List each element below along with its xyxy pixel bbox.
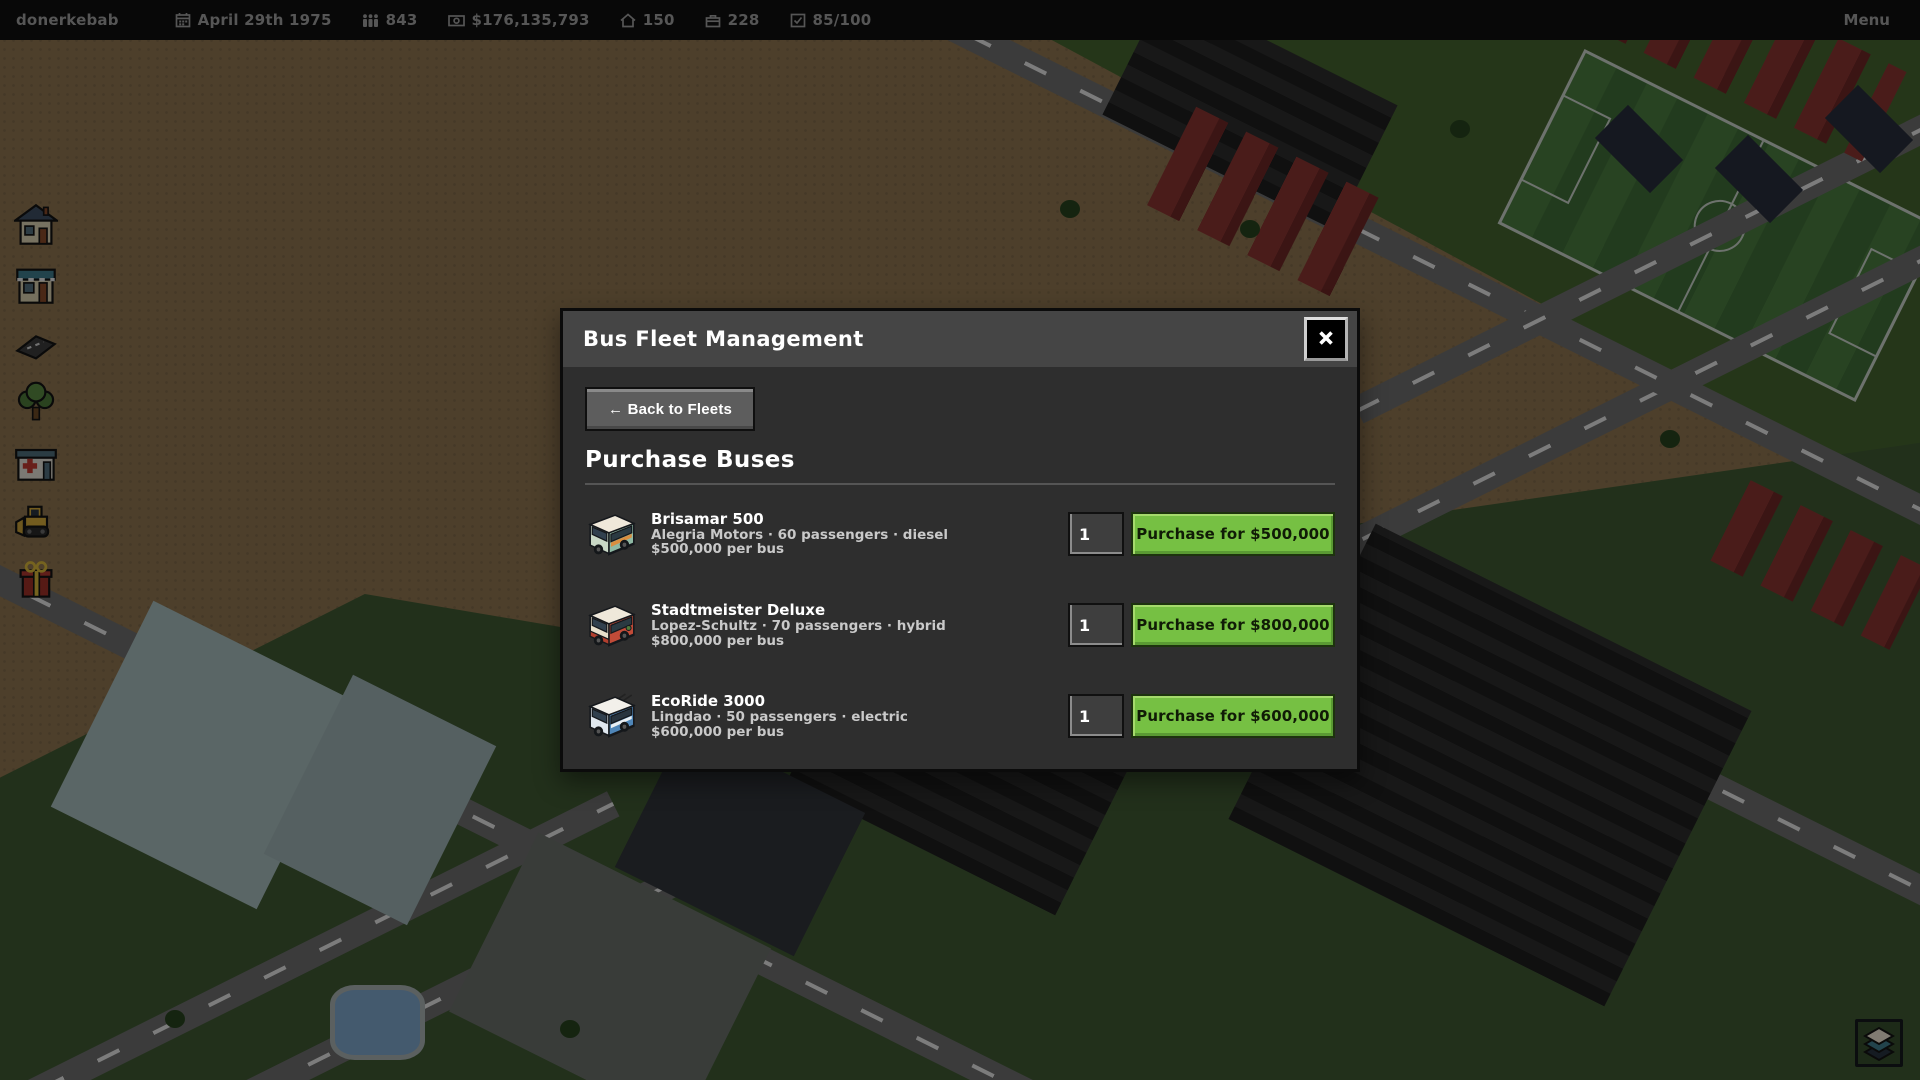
bus-specs: Lingdao · 50 passengers · electric: [651, 710, 908, 725]
purchase-button[interactable]: Purchase for $800,000: [1131, 603, 1335, 647]
bus-teal-icon: [585, 511, 639, 557]
section-divider: [585, 483, 1335, 485]
purchase-button[interactable]: Purchase for $600,000: [1131, 694, 1335, 738]
bus-red-icon: [585, 602, 639, 648]
section-title: Purchase Buses: [585, 447, 1335, 473]
bus-specs: Lopez-Schultz · 70 passengers · hybrid: [651, 619, 946, 634]
quantity-input[interactable]: [1068, 694, 1124, 738]
close-button[interactable]: [1304, 317, 1348, 361]
bus-info: EcoRide 3000 Lingdao · 50 passengers · e…: [651, 693, 908, 739]
modal-header: Bus Fleet Management: [563, 311, 1357, 367]
bus-specs: Alegria Motors · 60 passengers · diesel: [651, 528, 948, 543]
bus-row: Stadtmeister Deluxe Lopez-Schultz · 70 p…: [585, 602, 1335, 648]
bus-row: Brisamar 500 Alegria Motors · 60 passeng…: [585, 511, 1335, 557]
back-to-fleets-button[interactable]: ← Back to Fleets: [585, 387, 755, 431]
quantity-input[interactable]: [1068, 512, 1124, 556]
bus-price: $800,000 per bus: [651, 634, 946, 649]
bus-name: Stadtmeister Deluxe: [651, 602, 946, 619]
bus-price: $500,000 per bus: [651, 542, 948, 557]
x-icon: [1316, 328, 1336, 351]
purchase-controls: Purchase for $600,000: [1068, 694, 1335, 738]
bus-info: Brisamar 500 Alegria Motors · 60 passeng…: [651, 511, 948, 557]
modal-title: Bus Fleet Management: [583, 327, 864, 351]
purchase-controls: Purchase for $800,000: [1068, 603, 1335, 647]
modal-body: ← Back to Fleets Purchase Buses: [563, 367, 1357, 760]
purchase-button[interactable]: Purchase for $500,000: [1131, 512, 1335, 556]
bus-name: EcoRide 3000: [651, 693, 908, 710]
quantity-input[interactable]: [1068, 603, 1124, 647]
bus-row: EcoRide 3000 Lingdao · 50 passengers · e…: [585, 693, 1335, 739]
bus-name: Brisamar 500: [651, 511, 948, 528]
bus-info: Stadtmeister Deluxe Lopez-Schultz · 70 p…: [651, 602, 946, 648]
modal-layer: Bus Fleet Management ← Back to Fleets Pu…: [0, 0, 1920, 1080]
bus-price: $600,000 per bus: [651, 725, 908, 740]
purchase-controls: Purchase for $500,000: [1068, 512, 1335, 556]
bus-blue-icon: [585, 693, 639, 739]
game-screen: donerkebab April 29th 1975: [0, 0, 1920, 1080]
bus-fleet-modal: Bus Fleet Management ← Back to Fleets Pu…: [560, 308, 1360, 772]
